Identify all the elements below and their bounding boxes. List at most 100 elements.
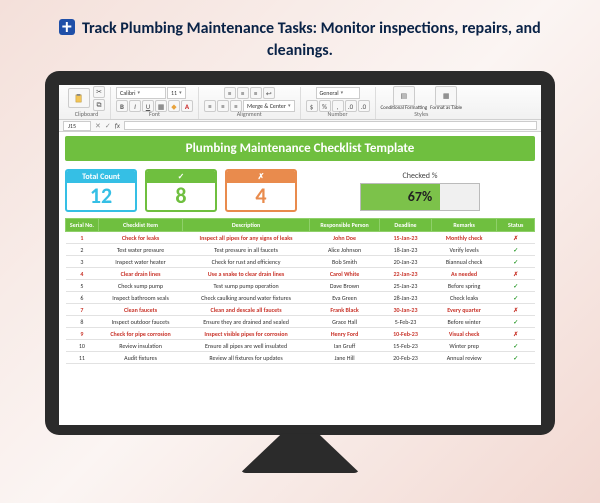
cell-desc[interactable]: Ensure all pipes are well insulated — [183, 340, 310, 352]
table-row[interactable]: 2Test water pressureTest pressure in all… — [66, 244, 535, 256]
cell-dead[interactable]: 25-Jan-23 — [380, 280, 432, 292]
cell-dead[interactable]: 28-Jan-23 — [380, 292, 432, 304]
cell-n[interactable]: 1 — [66, 232, 99, 244]
number-format-select[interactable]: General▾ — [316, 87, 360, 99]
cell-resp[interactable]: Ian Gruff — [309, 340, 379, 352]
align-bot-button[interactable]: ≡ — [250, 87, 262, 99]
cell-desc[interactable]: Test sump pump operation — [183, 280, 310, 292]
cell-desc[interactable]: Check caulking around water fixtures — [183, 292, 310, 304]
cell-dead[interactable]: 15-Jan-23 — [380, 232, 432, 244]
cancel-icon[interactable]: ✕ — [95, 121, 101, 130]
table-header[interactable]: Remarks — [431, 219, 497, 232]
cell-desc[interactable]: Inspect visible pipes for corrosion — [183, 328, 310, 340]
format-as-table-button[interactable]: ▦Format as Table — [430, 86, 462, 111]
align-left-button[interactable]: ≡ — [204, 100, 216, 112]
cell-rem[interactable]: Before spring — [431, 280, 497, 292]
cell-desc[interactable]: Use a snake to clear drain lines — [183, 268, 310, 280]
cell-status[interactable]: ✗ — [497, 232, 535, 244]
cell-status[interactable]: ✗ — [497, 328, 535, 340]
cell-n[interactable]: 2 — [66, 244, 99, 256]
table-row[interactable]: 11Audit fixturesReview all fixtures for … — [66, 352, 535, 364]
cell-dead[interactable]: 22-Jan-23 — [380, 268, 432, 280]
cell-rem[interactable]: Visual check — [431, 328, 497, 340]
cell-resp[interactable]: Carol White — [309, 268, 379, 280]
table-header[interactable]: Serial No. — [66, 219, 99, 232]
cell-dead[interactable]: 15-Feb-23 — [380, 340, 432, 352]
paste-button[interactable] — [68, 88, 90, 108]
align-center-button[interactable]: ≡ — [217, 100, 229, 112]
dec-decimal-button[interactable]: .0 — [358, 100, 370, 112]
cell-dead[interactable]: 18-Jan-23 — [380, 244, 432, 256]
conditional-formatting-button[interactable]: ▤Conditional Formatting — [381, 86, 428, 111]
cell-n[interactable]: 8 — [66, 316, 99, 328]
italic-button[interactable]: I — [129, 100, 141, 112]
cell-item[interactable]: Inspect water heater — [98, 256, 182, 268]
cell-rem[interactable]: Annual review — [431, 352, 497, 364]
cell-rem[interactable]: Check leaks — [431, 292, 497, 304]
cell-resp[interactable]: Frank Black — [309, 304, 379, 316]
table-header[interactable]: Status — [497, 219, 535, 232]
cell-item[interactable]: Review insulation — [98, 340, 182, 352]
cell-n[interactable]: 6 — [66, 292, 99, 304]
table-header[interactable]: Description — [183, 219, 310, 232]
confirm-icon[interactable]: ✓ — [105, 121, 111, 130]
table-header[interactable]: Deadline — [380, 219, 432, 232]
currency-button[interactable]: $ — [306, 100, 318, 112]
cell-n[interactable]: 11 — [66, 352, 99, 364]
align-mid-button[interactable]: ≡ — [237, 87, 249, 99]
cell-dead[interactable]: 30-Jan-23 — [380, 304, 432, 316]
cell-item[interactable]: Audit fixtures — [98, 352, 182, 364]
table-row[interactable]: 8Inspect outdoor faucetsEnsure they are … — [66, 316, 535, 328]
cell-reference[interactable]: J15 — [63, 121, 91, 131]
cell-status[interactable]: ✗ — [497, 304, 535, 316]
cell-rem[interactable]: Biannual check — [431, 256, 497, 268]
cell-item[interactable]: Inspect outdoor faucets — [98, 316, 182, 328]
cell-resp[interactable]: Dave Brown — [309, 280, 379, 292]
cell-rem[interactable]: Monthly check — [431, 232, 497, 244]
cell-status[interactable]: ✓ — [497, 244, 535, 256]
cell-resp[interactable]: Bob Smith — [309, 256, 379, 268]
cell-item[interactable]: Inspect bathroom seals — [98, 292, 182, 304]
align-top-button[interactable]: ≡ — [224, 87, 236, 99]
table-row[interactable]: 7Clean faucetsClean and descale all fauc… — [66, 304, 535, 316]
cell-resp[interactable]: Jane Hill — [309, 352, 379, 364]
cell-rem[interactable]: Before winter — [431, 316, 497, 328]
table-header[interactable]: Checklist Item — [98, 219, 182, 232]
table-row[interactable]: 4Clear drain linesUse a snake to clear d… — [66, 268, 535, 280]
bold-button[interactable]: B — [116, 100, 128, 112]
cell-status[interactable]: ✓ — [497, 280, 535, 292]
table-row[interactable]: 5Check sump pumpTest sump pump operation… — [66, 280, 535, 292]
cell-item[interactable]: Check sump pump — [98, 280, 182, 292]
table-row[interactable]: 10Review insulationEnsure all pipes are … — [66, 340, 535, 352]
cell-status[interactable]: ✗ — [497, 268, 535, 280]
cell-dead[interactable]: 5-Feb-23 — [380, 316, 432, 328]
formula-input[interactable] — [124, 121, 537, 130]
wrap-text-button[interactable]: ↩ — [263, 87, 275, 99]
cut-button[interactable]: ✂ — [93, 86, 105, 98]
table-row[interactable]: 1Check for leaksInspect all pipes for an… — [66, 232, 535, 244]
cell-status[interactable]: ✓ — [497, 352, 535, 364]
fill-color-button[interactable]: ◆ — [168, 100, 180, 112]
cell-n[interactable]: 7 — [66, 304, 99, 316]
cell-resp[interactable]: Grace Hall — [309, 316, 379, 328]
cell-n[interactable]: 9 — [66, 328, 99, 340]
cell-n[interactable]: 5 — [66, 280, 99, 292]
cell-rem[interactable]: As needed — [431, 268, 497, 280]
cell-rem[interactable]: Every quarter — [431, 304, 497, 316]
cell-status[interactable]: ✓ — [497, 316, 535, 328]
cell-n[interactable]: 10 — [66, 340, 99, 352]
cell-n[interactable]: 3 — [66, 256, 99, 268]
cell-rem[interactable]: Verify levels — [431, 244, 497, 256]
cell-desc[interactable]: Review all fixtures for updates — [183, 352, 310, 364]
table-header[interactable]: Responsible Person — [309, 219, 379, 232]
cell-item[interactable]: Clean faucets — [98, 304, 182, 316]
cell-dead[interactable]: 10-Feb-23 — [380, 328, 432, 340]
cell-desc[interactable]: Inspect all pipes for any signs of leaks — [183, 232, 310, 244]
cell-desc[interactable]: Check for rust and efficiency — [183, 256, 310, 268]
cell-status[interactable]: ✓ — [497, 256, 535, 268]
table-row[interactable]: 6Inspect bathroom sealsCheck caulking ar… — [66, 292, 535, 304]
cell-resp[interactable]: John Doe — [309, 232, 379, 244]
cell-desc[interactable]: Test pressure in all faucets — [183, 244, 310, 256]
cell-status[interactable]: ✓ — [497, 340, 535, 352]
cell-item[interactable]: Clear drain lines — [98, 268, 182, 280]
